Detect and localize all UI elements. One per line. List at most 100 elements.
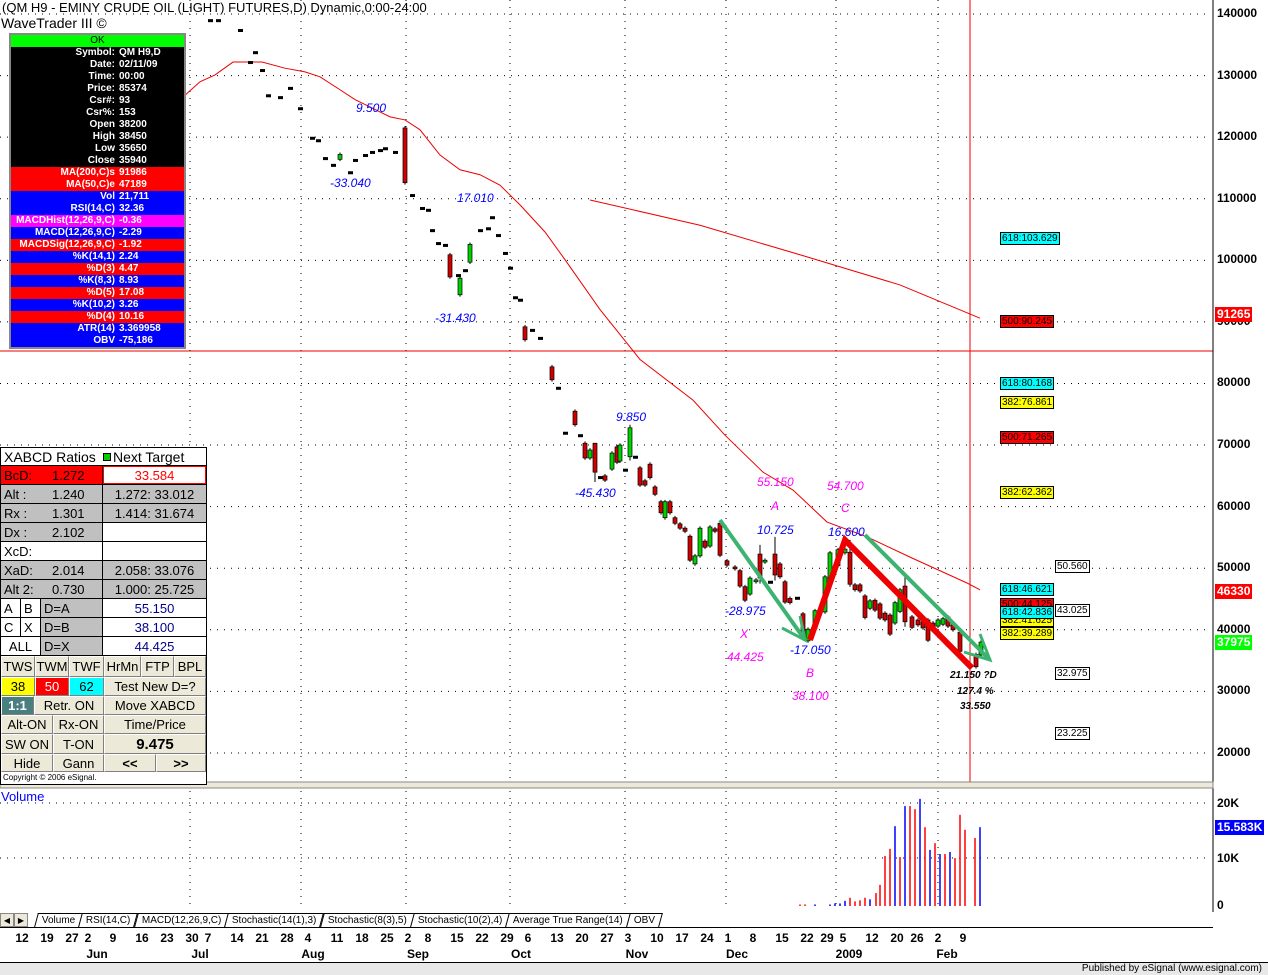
- sw-on-button[interactable]: SW ON: [1, 734, 53, 754]
- data-row: Symbol: QM H9,D: [11, 47, 184, 59]
- hrmn-button[interactable]: HrMn: [104, 656, 141, 677]
- bpl-button[interactable]: BPL: [174, 656, 206, 677]
- date-tick-label: 24: [700, 931, 714, 945]
- ftp-button[interactable]: FTP: [141, 656, 174, 677]
- ratio-1-1-button[interactable]: 1:1: [1, 696, 34, 715]
- data-label: RSI(14,C): [70, 203, 115, 214]
- test-new-d-button[interactable]: Test New D=?: [104, 677, 206, 696]
- previous-button[interactable]: <<: [104, 754, 156, 772]
- candle-body: [732, 566, 738, 570]
- study-tab[interactable]: Volume: [34, 913, 84, 927]
- price-axis-label: 30000: [1217, 683, 1251, 698]
- candle: [795, 596, 800, 600]
- candle: [782, 579, 788, 604]
- next-button[interactable]: >>: [156, 754, 206, 772]
- study-tab[interactable]: Average True Range(14): [505, 913, 631, 927]
- candle: [530, 328, 535, 332]
- move-xabcd-button[interactable]: Move XABCD: [104, 696, 206, 715]
- candle-body: [457, 277, 463, 296]
- candle-dash: [238, 29, 243, 33]
- tab-label: Stochastic(10(2),4): [417, 915, 503, 926]
- candle-dash: [556, 386, 561, 390]
- study-tab[interactable]: Stochastic(10(2),4): [409, 913, 511, 927]
- candle-body: [935, 619, 941, 627]
- candle: [707, 525, 713, 548]
- volume-axis-label: 20K: [1217, 796, 1240, 810]
- candle-dash: [410, 194, 415, 198]
- candle: [348, 171, 353, 175]
- candle-dash: [513, 296, 518, 300]
- month-label: Jun: [86, 947, 108, 961]
- rx-on-button[interactable]: Rx-ON: [53, 715, 104, 734]
- data-window: OK Symbol: QM H9,D Date: 02/11/09 Time: 00:00…: [9, 33, 186, 349]
- time-price-button[interactable]: Time/Price: [104, 715, 206, 734]
- study-tab[interactable]: Stochastic(14(1),3): [224, 913, 325, 927]
- next-target-value: 1.272: 33.012: [103, 485, 206, 503]
- gann-button[interactable]: Gann: [53, 754, 104, 772]
- t-on-button[interactable]: T-ON: [53, 734, 104, 754]
- d-equals-b-value: 38.100: [134, 619, 175, 635]
- candle-dash: [768, 580, 773, 584]
- candle-body: [602, 475, 608, 481]
- candle: [538, 336, 543, 340]
- candle-body: [724, 560, 730, 566]
- candle-dash: [436, 242, 441, 246]
- study-tab[interactable]: OBV: [626, 913, 664, 927]
- point-b-button[interactable]: B: [21, 599, 41, 617]
- candle-dash: [316, 139, 321, 143]
- candle-dash: [426, 208, 431, 212]
- candle-dash: [370, 150, 375, 154]
- status-ok[interactable]: OK: [11, 35, 184, 47]
- candle: [402, 126, 408, 185]
- candle-body: [672, 517, 678, 524]
- point-a-button[interactable]: A: [1, 599, 21, 617]
- candle: [310, 136, 315, 140]
- all-points-button[interactable]: ALL: [1, 637, 41, 655]
- candle: [503, 251, 508, 255]
- data-value: 17.08: [119, 287, 145, 298]
- candle: [288, 86, 293, 90]
- candle: [383, 147, 388, 151]
- retr-on-button[interactable]: Retr. ON: [34, 696, 104, 715]
- date-tick-label: 20: [890, 931, 904, 945]
- date-tick-label: 27: [600, 931, 614, 945]
- candle-body: [717, 522, 723, 556]
- data-value: 4.47: [119, 263, 139, 274]
- hide-button[interactable]: Hide: [1, 754, 53, 772]
- level-50-button[interactable]: 50: [35, 677, 69, 696]
- ratio-value: 1.240: [52, 486, 85, 502]
- month-label: Aug: [301, 947, 325, 961]
- level-62-button[interactable]: 62: [69, 677, 104, 696]
- data-value: 00:00: [119, 71, 145, 82]
- data-label: MA(50,C)e: [66, 179, 115, 190]
- candle-body: [647, 463, 653, 479]
- point-x-button[interactable]: X: [21, 618, 41, 636]
- date-tick-label: 9: [959, 931, 967, 945]
- candle-body: [687, 535, 693, 561]
- study-tab[interactable]: MACD(12,26,9,C): [133, 913, 230, 927]
- twm-button[interactable]: TWM: [35, 656, 69, 677]
- month-label: Oct: [510, 947, 532, 961]
- candle-body: [882, 612, 888, 621]
- study-tab[interactable]: Stochastic(8(3),5): [319, 913, 415, 927]
- ratio-value-field[interactable]: 9.475: [104, 734, 206, 754]
- ratio-value: 2.014: [52, 562, 85, 578]
- scroll-right-icon[interactable]: ▶: [14, 913, 28, 927]
- data-label: High: [92, 131, 115, 142]
- candle: [940, 616, 946, 627]
- candle: [556, 386, 561, 390]
- level-38-button[interactable]: 38: [1, 677, 35, 696]
- point-c-button[interactable]: C: [1, 618, 21, 636]
- study-tab[interactable]: RSI(14,C): [78, 913, 139, 927]
- candle-dash: [463, 269, 468, 273]
- twf-button[interactable]: TWF: [69, 656, 104, 677]
- candle: [662, 499, 668, 520]
- candle-body: [677, 523, 683, 529]
- data-row: %K(10,2) 3.26: [11, 299, 184, 311]
- alt-on-button[interactable]: Alt-ON: [1, 715, 53, 734]
- tws-button[interactable]: TWS: [1, 656, 35, 677]
- data-label: Price:: [87, 83, 115, 94]
- scroll-left-icon[interactable]: ◀: [0, 913, 14, 927]
- candle-body: [887, 614, 893, 635]
- candle-body: [747, 577, 753, 595]
